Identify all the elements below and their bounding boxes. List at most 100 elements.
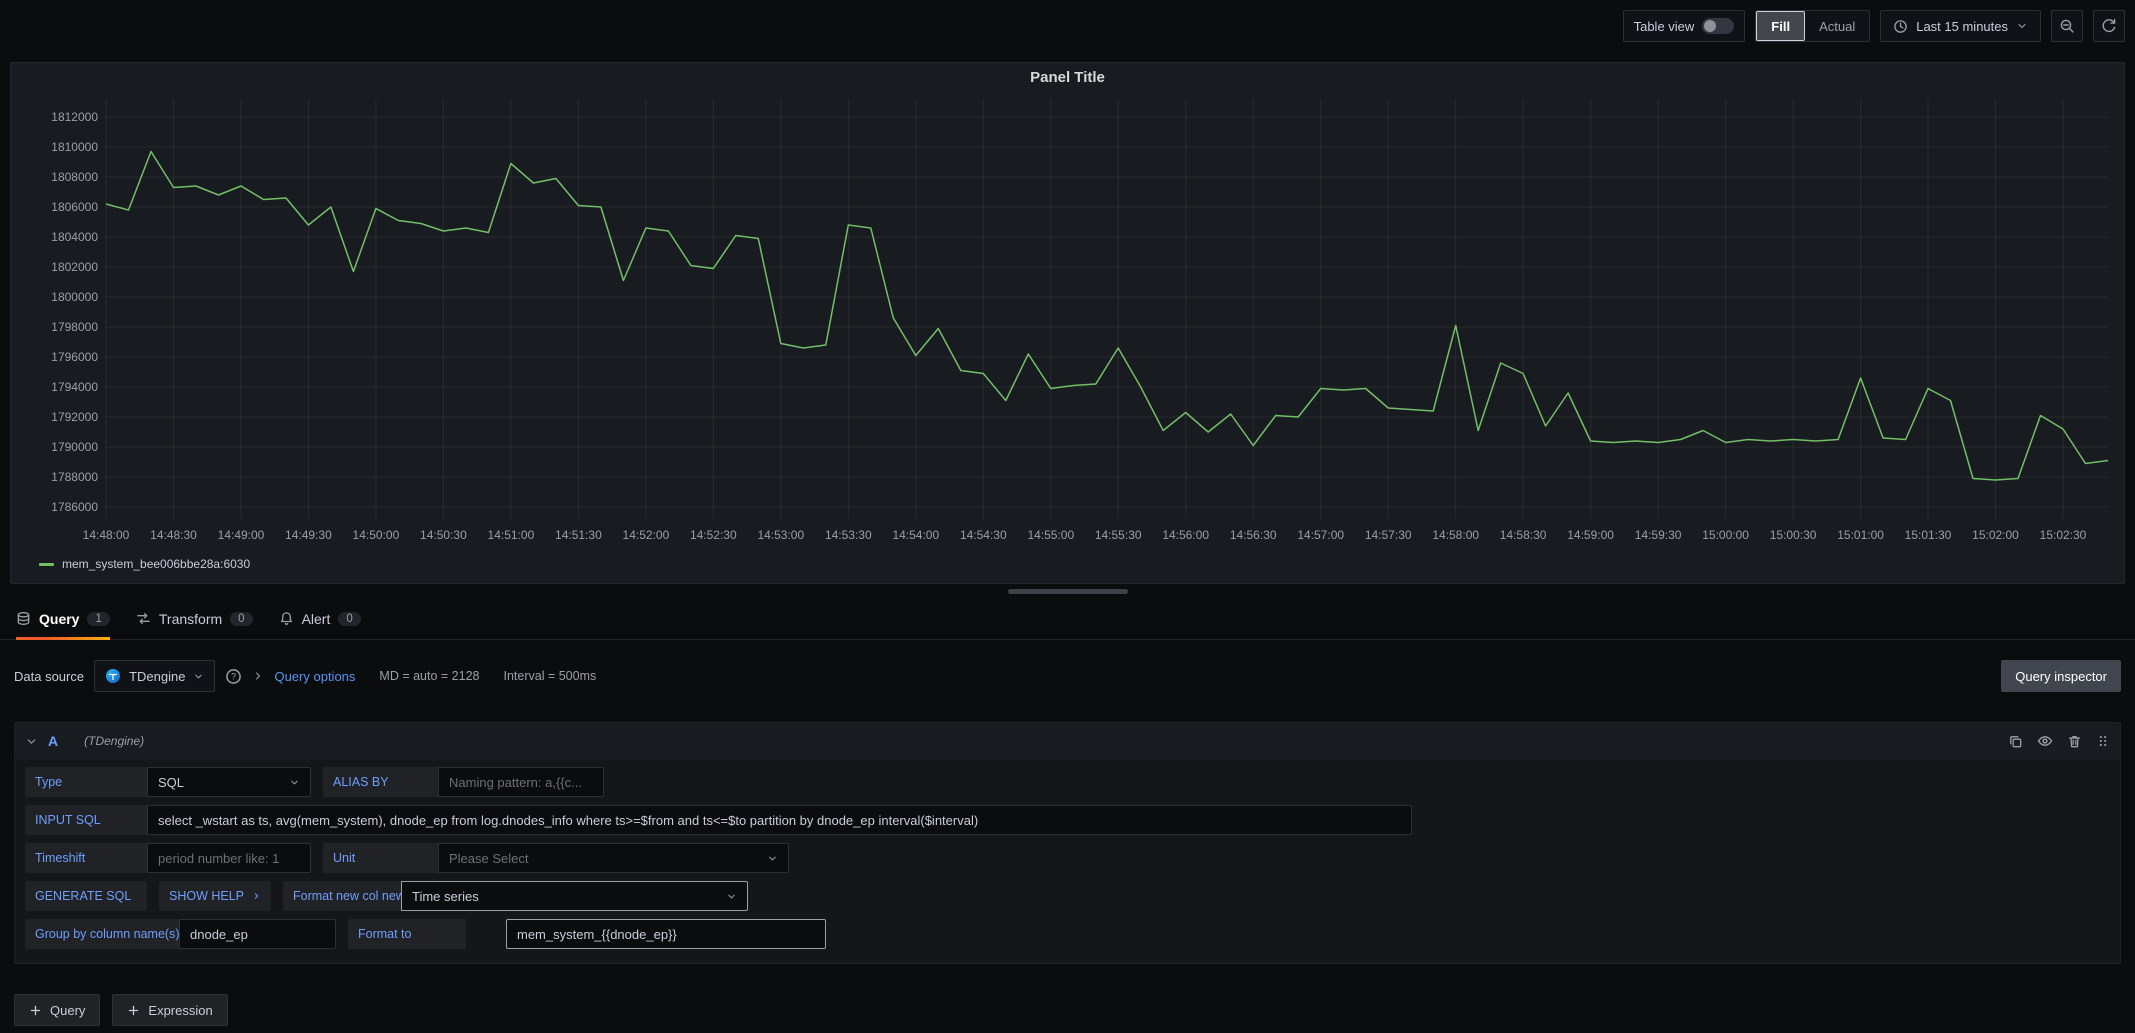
- svg-text:14:49:00: 14:49:00: [218, 528, 265, 542]
- svg-text:1796000: 1796000: [51, 350, 98, 364]
- hide-query-eye-icon[interactable]: [2037, 733, 2053, 749]
- format-select[interactable]: Time series: [401, 881, 748, 911]
- legend-series-label: mem_system_bee006bbe28a:6030: [62, 557, 250, 571]
- tab-query-label: Query: [39, 611, 79, 627]
- form-row-type: Type SQL ALIAS BY: [25, 767, 2110, 797]
- query-row-card: A (TDengine) Type SQL: [14, 722, 2121, 964]
- timeseries-chart[interactable]: 1812000181000018080001806000180400018020…: [16, 91, 2120, 557]
- svg-text:14:50:00: 14:50:00: [353, 528, 400, 542]
- interval-text: Interval = 500ms: [503, 669, 596, 683]
- editor-footer: Query Expression: [14, 994, 2121, 1026]
- svg-text:14:52:00: 14:52:00: [623, 528, 670, 542]
- chevron-down-icon: [2016, 20, 2028, 32]
- editor-toolbar: Table view Fill Actual Last 15 minutes: [0, 0, 2135, 52]
- format-to-label: Format to: [348, 919, 466, 949]
- delete-query-trash-icon[interactable]: [2067, 734, 2082, 749]
- generate-sql-label: GENERATE SQL: [35, 889, 131, 903]
- datasource-label: Data source: [14, 669, 84, 684]
- tab-transform[interactable]: Transform 0: [136, 598, 253, 639]
- type-select-value: SQL: [158, 775, 184, 790]
- show-help-button[interactable]: SHOW HELP: [159, 881, 271, 911]
- format-select-value: Time series: [412, 889, 479, 904]
- type-label: Type: [25, 767, 147, 797]
- refresh-button[interactable]: [2093, 10, 2125, 42]
- svg-text:1792000: 1792000: [51, 410, 98, 424]
- svg-text:14:55:00: 14:55:00: [1027, 528, 1074, 542]
- query-datasource-hint: (TDengine): [84, 734, 144, 748]
- tab-transform-count: 0: [230, 612, 252, 626]
- form-row-timeshift: Timeshift Unit Please Select: [25, 843, 2110, 873]
- svg-text:15:00:00: 15:00:00: [1702, 528, 1749, 542]
- alias-by-input[interactable]: [438, 767, 604, 797]
- svg-text:14:50:30: 14:50:30: [420, 528, 467, 542]
- show-help-label: SHOW HELP: [169, 889, 244, 903]
- legend-series-marker: [39, 563, 54, 566]
- tab-query[interactable]: Query 1: [16, 598, 110, 639]
- query-row-header[interactable]: A (TDengine): [15, 723, 2120, 759]
- query-editor-form: Type SQL ALIAS BY INPUT SQL Timeshift: [15, 759, 2120, 963]
- input-sql-field[interactable]: [147, 805, 1412, 835]
- panel-title: Panel Title: [11, 63, 2124, 91]
- clock-icon: [1893, 19, 1908, 34]
- help-circle-icon[interactable]: ?: [225, 668, 242, 685]
- table-view-toggle[interactable]: [1702, 18, 1734, 34]
- svg-text:1810000: 1810000: [51, 140, 98, 154]
- query-options-link[interactable]: Query options: [274, 669, 355, 684]
- form-row-sql: INPUT SQL: [25, 805, 2110, 835]
- fill-actual-segmented: Fill Actual: [1755, 10, 1870, 42]
- svg-text:15:01:00: 15:01:00: [1837, 528, 1884, 542]
- format-to-input[interactable]: [506, 919, 826, 949]
- add-expression-button[interactable]: Expression: [112, 994, 227, 1026]
- tab-transform-label: Transform: [159, 611, 222, 627]
- svg-text:1794000: 1794000: [51, 380, 98, 394]
- fill-button[interactable]: Fill: [1756, 11, 1805, 41]
- svg-text:14:54:00: 14:54:00: [892, 528, 939, 542]
- svg-text:14:49:30: 14:49:30: [285, 528, 332, 542]
- refresh-icon: [2101, 18, 2117, 34]
- table-view-group: Table view: [1623, 10, 1746, 42]
- plus-icon: [29, 1004, 42, 1017]
- query-ref-id: A: [48, 733, 58, 749]
- alias-by-label: ALIAS BY: [323, 767, 438, 797]
- panel-resize-handle[interactable]: [1008, 589, 1128, 594]
- svg-text:14:48:30: 14:48:30: [150, 528, 197, 542]
- collapse-chevron-down-icon[interactable]: [25, 735, 38, 748]
- table-view-label: Table view: [1634, 19, 1695, 34]
- duplicate-query-icon[interactable]: [2008, 734, 2023, 749]
- chevron-right-icon[interactable]: [252, 670, 264, 682]
- svg-text:14:59:30: 14:59:30: [1635, 528, 1682, 542]
- plus-icon: [127, 1004, 140, 1017]
- database-icon: [16, 611, 31, 626]
- tdengine-logo-icon: [105, 668, 121, 684]
- actual-button[interactable]: Actual: [1805, 11, 1869, 41]
- drag-handle-icon[interactable]: [2096, 734, 2110, 748]
- svg-text:?: ?: [231, 671, 236, 681]
- svg-text:14:56:30: 14:56:30: [1230, 528, 1277, 542]
- zoom-out-icon: [2059, 18, 2075, 34]
- bell-icon: [279, 611, 294, 626]
- shuffle-icon: [136, 611, 151, 626]
- svg-text:14:53:00: 14:53:00: [757, 528, 804, 542]
- type-select[interactable]: SQL: [147, 767, 311, 797]
- svg-text:1802000: 1802000: [51, 260, 98, 274]
- add-expression-label: Expression: [148, 1003, 212, 1018]
- svg-text:14:57:30: 14:57:30: [1365, 528, 1412, 542]
- group-by-input[interactable]: [179, 919, 336, 949]
- unit-select[interactable]: Please Select: [438, 843, 789, 873]
- add-query-label: Query: [50, 1003, 85, 1018]
- tab-alert[interactable]: Alert 0: [279, 598, 361, 639]
- svg-text:1806000: 1806000: [51, 200, 98, 214]
- generate-sql-button[interactable]: GENERATE SQL: [25, 881, 147, 911]
- datasource-picker[interactable]: TDengine: [94, 660, 215, 692]
- query-options-row: Data source TDengine ? Query options MD …: [14, 656, 2121, 696]
- timeshift-input[interactable]: [147, 843, 311, 873]
- svg-text:1812000: 1812000: [51, 110, 98, 124]
- svg-text:14:57:00: 14:57:00: [1297, 528, 1344, 542]
- time-range-picker[interactable]: Last 15 minutes: [1880, 10, 2041, 42]
- svg-text:14:54:30: 14:54:30: [960, 528, 1007, 542]
- zoom-out-button[interactable]: [2051, 10, 2083, 42]
- add-query-button[interactable]: Query: [14, 994, 100, 1026]
- svg-text:1788000: 1788000: [51, 470, 98, 484]
- query-inspector-button[interactable]: Query inspector: [2001, 660, 2121, 692]
- chart-legend[interactable]: mem_system_bee006bbe28a:6030: [11, 557, 2124, 571]
